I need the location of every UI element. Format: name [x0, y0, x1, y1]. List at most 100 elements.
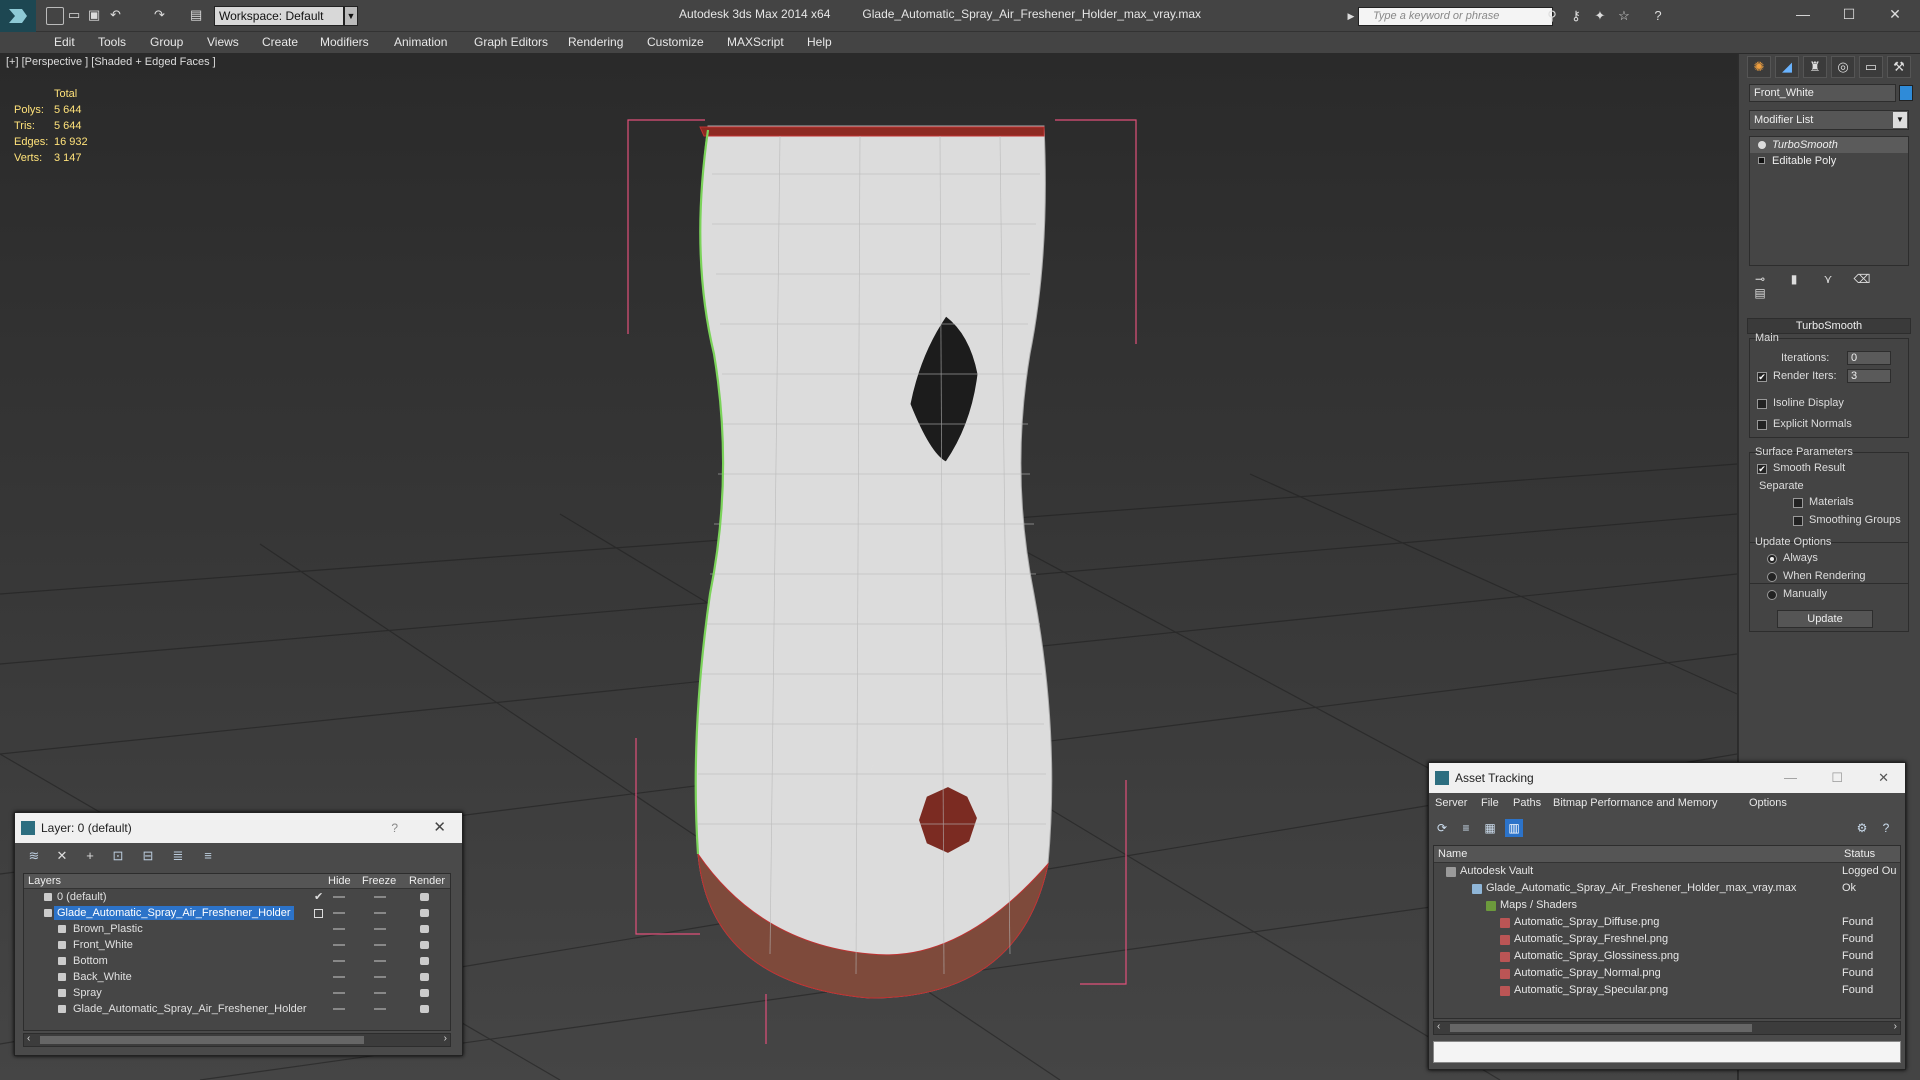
hide-toggle[interactable] [333, 1008, 345, 1010]
project-folder-icon[interactable]: ▤ [190, 7, 208, 25]
app-menu-button[interactable] [0, 0, 36, 32]
help-icon[interactable]: ? [391, 813, 398, 843]
air-freshener-body[interactable] [695, 125, 1053, 999]
hide-toggle[interactable] [333, 976, 345, 978]
close-icon[interactable]: ✕ [1878, 763, 1889, 793]
save-file-icon[interactable]: ▣ [88, 7, 106, 25]
layer-row[interactable]: Back_White [24, 969, 450, 985]
render-toggle-icon[interactable] [420, 941, 429, 949]
asset-row[interactable]: Automatic_Spray_Glossiness.png Found [1434, 948, 1900, 965]
stack-item-turbosmooth[interactable]: TurboSmooth [1750, 137, 1908, 153]
stack-item-editable-poly[interactable]: Editable Poly [1750, 153, 1908, 169]
menu-views[interactable]: Views [207, 35, 239, 49]
render-toggle-icon[interactable] [420, 973, 429, 981]
menu-edit[interactable]: Edit [54, 35, 75, 49]
redo-icon[interactable]: ↷ [154, 7, 172, 25]
maximize-icon[interactable]: ☐ [1831, 763, 1843, 793]
asset-horizontal-scrollbar[interactable]: ‹ › [1433, 1021, 1901, 1035]
asset-row[interactable]: Automatic_Spray_Diffuse.png Found [1434, 914, 1900, 931]
render-iters-checkbox[interactable]: ✔ [1757, 372, 1767, 382]
star-icon[interactable]: ☆ [1616, 8, 1632, 24]
table-view-icon[interactable]: ▥ [1505, 819, 1523, 837]
asset-menu-paths[interactable]: Paths [1513, 797, 1541, 809]
help-icon[interactable]: ? [1877, 819, 1895, 837]
select-objects-icon[interactable]: ⊡ [109, 847, 127, 865]
hide-toggle[interactable] [333, 912, 345, 914]
layers-icon[interactable]: ≋ [25, 847, 43, 865]
help-icon[interactable]: ? [1650, 8, 1666, 24]
hide-toggle[interactable] [333, 896, 345, 898]
menu-animation[interactable]: Animation [394, 35, 447, 49]
render-toggle-icon[interactable] [420, 893, 429, 901]
layer-dialog-titlebar[interactable]: Layer: 0 (default) ? ✕ [15, 813, 462, 843]
freeze-toggle[interactable] [374, 992, 386, 994]
undo-icon[interactable]: ↶ [110, 7, 128, 25]
hide-toggle[interactable] [333, 960, 345, 962]
render-iters-spinner[interactable]: 3 [1847, 369, 1891, 383]
asset-row[interactable]: Automatic_Spray_Specular.png Found [1434, 982, 1900, 999]
object-color-swatch[interactable] [1899, 85, 1913, 101]
column-name[interactable]: Name [1438, 848, 1467, 860]
open-file-icon[interactable]: ▭ [68, 7, 86, 25]
chevron-down-icon[interactable]: ▼ [344, 6, 358, 26]
menu-maxscript[interactable]: MAXScript [727, 35, 784, 49]
layer-row[interactable]: Front_White [24, 937, 450, 953]
layer-row[interactable]: Glade_Automatic_Spray_Air_Freshener_Hold… [24, 1001, 450, 1017]
layer-row[interactable]: Glade_Automatic_Spray_Air_Freshener_Hold… [24, 905, 450, 921]
make-unique-icon[interactable]: ⋎ [1817, 272, 1839, 286]
tree-view-icon[interactable]: ▦ [1481, 819, 1499, 837]
binoculars-icon[interactable]: ⚲ [1544, 8, 1560, 24]
configure-sets-icon[interactable]: ▤ [1749, 286, 1771, 300]
exchange-icon[interactable]: ✦ [1592, 8, 1608, 24]
create-tab-icon[interactable]: ✺ [1747, 56, 1771, 78]
show-end-result-icon[interactable]: ▮ [1783, 272, 1805, 286]
menu-customize[interactable]: Customize [647, 35, 704, 49]
menu-graph-editors[interactable]: Graph Editors [474, 35, 548, 49]
layer-row[interactable]: 0 (default) ✔ [24, 889, 450, 905]
asset-menu-options[interactable]: Options [1749, 797, 1787, 809]
iterations-spinner[interactable]: 0 [1847, 351, 1891, 365]
highlight-layer-icon[interactable]: ⊟ [139, 847, 157, 865]
scroll-left-icon[interactable]: ‹ [1437, 1021, 1440, 1032]
menu-tools[interactable]: Tools [98, 35, 126, 49]
list-view-icon[interactable]: ≡ [1457, 819, 1475, 837]
utilities-tab-icon[interactable]: ⚒ [1887, 56, 1911, 78]
layer-row[interactable]: Bottom [24, 953, 450, 969]
delete-layer-icon[interactable]: ✕ [53, 847, 71, 865]
set-current-box[interactable] [314, 909, 323, 918]
column-layers[interactable]: Layers [28, 875, 61, 887]
lightbulb-icon[interactable] [1758, 141, 1766, 149]
close-button[interactable]: ✕ [1872, 0, 1918, 28]
smoothing-groups-checkbox[interactable] [1793, 516, 1803, 526]
isoline-display-checkbox[interactable] [1757, 399, 1767, 409]
materials-checkbox[interactable] [1793, 498, 1803, 508]
render-toggle-icon[interactable] [420, 925, 429, 933]
active-layer-check-icon[interactable]: ✔ [314, 889, 323, 905]
asset-menu-server[interactable]: Server [1435, 797, 1467, 809]
hide-toggle[interactable] [333, 928, 345, 930]
menu-rendering[interactable]: Rendering [568, 35, 623, 49]
smooth-result-checkbox[interactable]: ✔ [1757, 464, 1767, 474]
play-icon[interactable]: ▶ [1346, 8, 1356, 24]
column-freeze[interactable]: Freeze [362, 875, 396, 887]
menu-help[interactable]: Help [807, 35, 832, 49]
render-toggle-icon[interactable] [420, 1005, 429, 1013]
close-icon[interactable]: ✕ [433, 813, 446, 843]
freeze-toggle[interactable] [374, 1008, 386, 1010]
asset-row[interactable]: Automatic_Spray_Freshnel.png Found [1434, 931, 1900, 948]
scroll-right-icon[interactable]: › [1894, 1021, 1897, 1032]
pin-stack-icon[interactable]: ⊸ [1749, 272, 1771, 286]
workspace-dropdown[interactable]: Workspace: Default [214, 6, 344, 26]
explicit-normals-checkbox[interactable] [1757, 420, 1767, 430]
menu-create[interactable]: Create [262, 35, 298, 49]
asset-row[interactable]: Automatic_Spray_Normal.png Found [1434, 965, 1900, 982]
scroll-right-icon[interactable]: › [444, 1033, 447, 1044]
render-toggle-icon[interactable] [420, 909, 429, 917]
hide-toggle[interactable] [333, 944, 345, 946]
when-rendering-radio[interactable] [1767, 572, 1777, 582]
asset-menu-bitmap-performance[interactable]: Bitmap Performance and Memory [1553, 797, 1717, 809]
key-icon[interactable]: ⚷ [1568, 8, 1584, 24]
column-render[interactable]: Render [409, 875, 445, 887]
column-hide[interactable]: Hide [328, 875, 351, 887]
display-tab-icon[interactable]: ▭ [1859, 56, 1883, 78]
